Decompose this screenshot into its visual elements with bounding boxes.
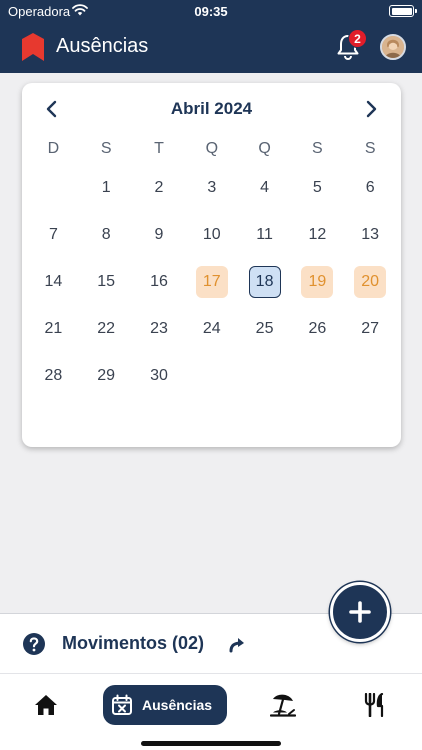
bottom-tab-bar: Ausências xyxy=(0,673,422,750)
arrow-up-right-icon xyxy=(229,638,244,653)
clock: 09:35 xyxy=(194,4,228,19)
page-title: Ausências xyxy=(56,35,149,57)
notification-badge: 2 xyxy=(348,29,367,48)
calendar-day[interactable]: 25 xyxy=(238,312,291,346)
calendar-week: 14 15 16 17 18 19 20 xyxy=(27,265,397,299)
calendar-day[interactable]: 1 xyxy=(80,171,133,205)
calendar-day[interactable]: 21 xyxy=(27,312,80,346)
calendar-card: Abril 2024 D S T Q Q S S 1 2 3 4 5 6 7 8… xyxy=(22,83,401,447)
calendar-day[interactable]: 24 xyxy=(185,312,238,346)
calendar-day[interactable]: 30 xyxy=(133,359,186,393)
home-icon[interactable] xyxy=(34,694,58,716)
add-button[interactable] xyxy=(330,582,390,642)
tab-ausencias[interactable]: Ausências xyxy=(103,685,227,725)
tab-ausencias-label: Ausências xyxy=(142,697,213,713)
beach-umbrella-icon[interactable] xyxy=(270,692,296,718)
chevron-right-icon[interactable] xyxy=(361,99,381,119)
calendar-week: 28 29 30 xyxy=(27,359,397,393)
avatar[interactable] xyxy=(380,34,406,60)
fork-knife-icon[interactable] xyxy=(364,693,386,717)
calendar-day[interactable]: 3 xyxy=(185,171,238,205)
calendar-day[interactable]: 10 xyxy=(185,218,238,252)
weekday-label: Q xyxy=(205,140,219,157)
plus-icon xyxy=(349,601,371,623)
calendar-day[interactable]: 27 xyxy=(344,312,397,346)
home-indicator xyxy=(141,741,281,746)
calendar-day[interactable]: 26 xyxy=(291,312,344,346)
calendar-day[interactable]: 12 xyxy=(291,218,344,252)
app-bar: Ausências 2 xyxy=(0,22,422,73)
help-icon[interactable] xyxy=(22,632,46,656)
calendar-day[interactable]: 9 xyxy=(133,218,186,252)
calendar-week: 21 22 23 24 25 26 27 xyxy=(27,312,397,346)
weekday-label: S xyxy=(364,140,376,157)
calendar-day[interactable]: 22 xyxy=(80,312,133,346)
month-title: Abril 2024 xyxy=(170,99,253,118)
calendar-day[interactable]: 16 xyxy=(133,265,186,299)
calendar-day-vacation[interactable]: 20 xyxy=(344,265,397,299)
movimentos-label: Movimentos (02) xyxy=(62,633,205,653)
calendar-week: 7 8 9 10 11 12 13 xyxy=(27,218,397,252)
weekday-label: S xyxy=(100,140,112,157)
calendar-day[interactable]: 7 xyxy=(27,218,80,252)
calendar-day[interactable]: 29 xyxy=(80,359,133,393)
bookmark-logo-icon xyxy=(22,33,44,61)
calendar-day xyxy=(238,359,291,393)
calendar-day[interactable]: 5 xyxy=(291,171,344,205)
battery-icon xyxy=(389,5,417,17)
calendar-day[interactable]: 8 xyxy=(80,218,133,252)
calendar-x-icon xyxy=(112,694,132,715)
header: Operadora 09:35 Ausências 2 xyxy=(0,0,422,73)
calendar-week: 1 2 3 4 5 6 xyxy=(27,171,397,205)
calendar-day[interactable]: 4 xyxy=(238,171,291,205)
calendar-day[interactable]: 6 xyxy=(344,171,397,205)
calendar-day xyxy=(344,359,397,393)
calendar-day[interactable]: 15 xyxy=(80,265,133,299)
calendar-day-today[interactable]: 18 xyxy=(238,265,291,299)
calendar-day-vacation[interactable]: 17 xyxy=(185,265,238,299)
status-bar: Operadora 09:35 xyxy=(0,0,422,22)
calendar-day[interactable]: 11 xyxy=(238,218,291,252)
calendar-day[interactable]: 2 xyxy=(133,171,186,205)
weekday-label: D xyxy=(47,140,60,157)
weekday-row: D S T Q Q S S xyxy=(27,140,397,158)
calendar-day xyxy=(185,359,238,393)
calendar-day[interactable]: 14 xyxy=(27,265,80,299)
calendar-day xyxy=(291,359,344,393)
calendar-day xyxy=(27,171,80,205)
calendar-day[interactable]: 23 xyxy=(133,312,186,346)
weekday-label: T xyxy=(154,140,164,157)
calendar-day[interactable]: 13 xyxy=(344,218,397,252)
calendar-header: Abril 2024 xyxy=(22,97,401,121)
weekday-label: Q xyxy=(258,140,271,157)
calendar-day-vacation[interactable]: 19 xyxy=(291,265,344,299)
weekday-label: S xyxy=(312,140,323,157)
calendar-day[interactable]: 28 xyxy=(27,359,80,393)
